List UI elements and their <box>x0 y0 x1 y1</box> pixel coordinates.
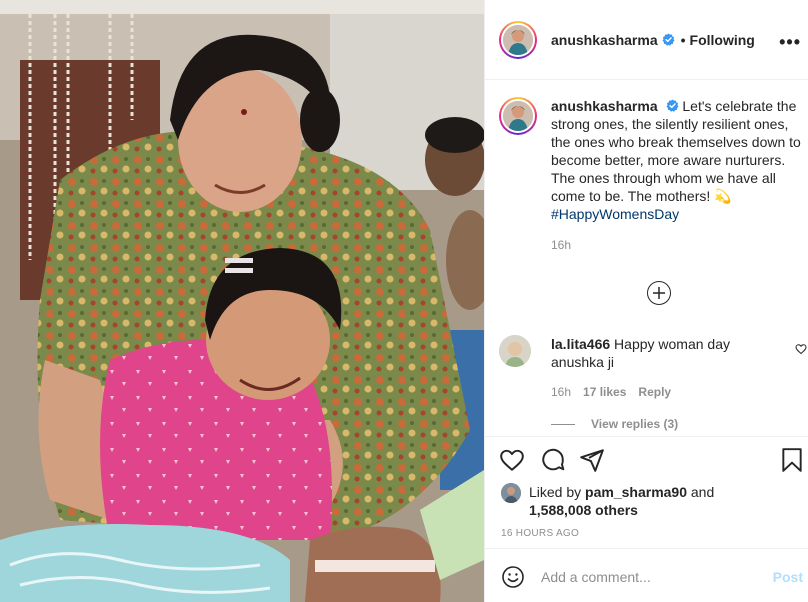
post-timestamp[interactable]: 16 HOURS AGO <box>501 528 579 539</box>
following-button[interactable]: Following <box>690 32 755 48</box>
caption-avatar[interactable] <box>499 97 537 135</box>
caption-avatar-image <box>501 99 535 133</box>
comment-time: 16h <box>551 385 572 399</box>
liked-by-prefix: Liked by <box>529 484 582 500</box>
follow-separator: • <box>680 31 686 48</box>
post-actions: Liked by pam_sharma90 and 1,588,008 othe… <box>485 436 808 548</box>
author-username[interactable]: anushkasharma <box>551 32 658 48</box>
add-comment-input[interactable] <box>541 567 761 587</box>
add-comment-bar: Post <box>485 548 808 602</box>
liked-by: Liked by pam_sharma90 and 1,588,008 othe… <box>501 483 801 519</box>
more-options-icon[interactable]: ••• <box>779 32 801 53</box>
liked-by-others[interactable]: 1,588,008 others <box>529 502 638 518</box>
caption-hashtag[interactable]: #HappyWomensDay <box>551 206 679 222</box>
commenter-username[interactable]: la.lita466 <box>551 336 610 352</box>
comment-meta: 16h 17 likes Reply <box>551 383 771 401</box>
reply-button[interactable]: Reply <box>638 383 671 401</box>
emoji-smiley-icon[interactable] <box>501 565 525 589</box>
post-caption: anushkasharma Let's celebrate the strong… <box>499 97 808 254</box>
save-bookmark-icon[interactable] <box>779 447 805 473</box>
post-comment-button[interactable]: Post <box>773 569 803 585</box>
comment-like-heart-icon[interactable] <box>795 343 807 355</box>
liked-by-text: Liked by pam_sharma90 and 1,588,008 othe… <box>529 483 714 519</box>
view-replies-line <box>551 423 575 425</box>
post-header: anushkasharma • Following ••• <box>485 0 808 80</box>
view-replies-label: View replies (3) <box>591 417 679 431</box>
comment-likes[interactable]: 17 likes <box>583 383 626 401</box>
caption-body: anushkasharma Let's celebrate the strong… <box>551 97 801 254</box>
comments-section[interactable]: anushkasharma Let's celebrate the strong… <box>485 81 808 436</box>
post-photo[interactable] <box>0 0 484 602</box>
liked-by-avatar[interactable] <box>501 483 521 503</box>
post-photo-image <box>0 0 484 602</box>
author-avatar-image <box>501 22 535 57</box>
commenter-avatar[interactable] <box>499 335 531 367</box>
post-side-panel: anushkasharma • Following ••• anushkasha… <box>484 0 808 602</box>
caption-verified-badge-icon <box>665 99 679 112</box>
liked-by-user[interactable]: pam_sharma90 <box>585 484 687 500</box>
share-send-icon[interactable] <box>579 447 605 473</box>
caption-emoji: 💫 <box>714 188 732 204</box>
verified-badge-icon <box>662 33 675 46</box>
liked-by-and: and <box>690 484 715 500</box>
comment-item: la.lita466 Happy woman day anushka ji 16… <box>499 335 808 401</box>
view-replies-button[interactable]: View replies (3) <box>551 417 678 431</box>
comment-bubble-icon[interactable] <box>540 447 566 473</box>
caption-time: 16h <box>551 238 572 252</box>
comment-body: la.lita466 Happy woman day anushka ji 16… <box>551 335 771 401</box>
load-more-comments-icon[interactable] <box>647 281 671 305</box>
author-avatar[interactable] <box>499 20 537 59</box>
like-heart-icon[interactable] <box>499 447 525 473</box>
caption-username[interactable]: anushkasharma <box>551 98 658 114</box>
